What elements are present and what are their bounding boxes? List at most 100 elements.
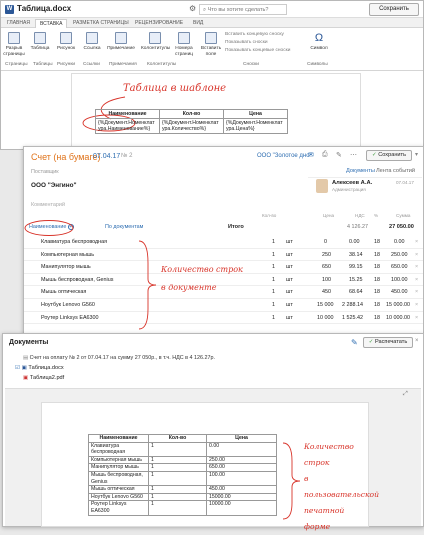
word-search-input[interactable]: ⌕ Что вы хотите сделать? — [199, 4, 287, 15]
clip-icon[interactable]: ✎ — [336, 151, 342, 159]
table-row: Роутер Linksys EA6300 1 10000.00 — [88, 500, 277, 516]
table-button[interactable]: Таблица — [29, 32, 51, 52]
group-footnotes: Сноски — [243, 62, 259, 67]
picture-icon — [60, 32, 72, 44]
print-brace-annotation — [282, 442, 301, 520]
row-unit: шт — [286, 251, 293, 258]
row-nds: 68.64 — [349, 289, 363, 296]
print-annotation: Количество строк в пользовательской печа… — [304, 439, 379, 535]
table-row: Компьютерная мышь 1 250.00 — [88, 455, 277, 465]
supplier-label: Поставщик — [31, 169, 59, 175]
group-comments: Примечания — [109, 62, 137, 67]
show-endnotes-option[interactable]: Показывать концевые сноски — [225, 48, 290, 53]
col-sum: Сумма — [396, 213, 411, 218]
row-sum: 450.00 — [391, 289, 408, 296]
remove-row-icon[interactable]: × — [415, 236, 418, 248]
org-link[interactable]: ООО "Золотое дно" — [257, 153, 312, 159]
table-row[interactable]: Компьютерная мышь 1 шт 250 38.14 18 250.00 × — [24, 249, 423, 262]
group-links: Ссылки — [83, 62, 100, 67]
table-row: Клавиатура беспроводная 1 0.00 — [88, 441, 277, 457]
picture-button[interactable]: Рисунок — [55, 32, 77, 52]
printed-cell-qty: 1 — [148, 470, 207, 487]
template-cell-price: {%Документ.Номенклатура.Цена%} — [223, 118, 288, 134]
remove-row-icon[interactable]: × — [415, 312, 418, 324]
remove-row-icon[interactable]: × — [415, 274, 418, 286]
print-button[interactable]: ✓ Распечатать — [363, 337, 413, 348]
close-icon[interactable]: × — [415, 338, 419, 344]
word-save-button[interactable]: Сохранить — [369, 3, 419, 16]
row-nds: 15.25 — [349, 276, 363, 283]
docs-filter[interactable]: По документам — [105, 224, 143, 230]
invoice-save-button[interactable]: ✓ Сохранить — [366, 150, 412, 161]
symbol-button[interactable]: Ω Символ — [307, 32, 331, 52]
comment-input[interactable]: Комментарий — [31, 202, 65, 208]
table-row[interactable]: Ноутбук Lenovo G560 1 шт 15 000 2 288.14 18 15… — [24, 299, 423, 312]
events-link[interactable]: Лента событий — [376, 168, 415, 174]
expand-icon[interactable]: ⤢ — [403, 391, 408, 398]
table-row[interactable]: Роутер Linksys EA6300 1 шт 10 000 1 525.42 18… — [24, 312, 423, 325]
header-footer-button[interactable]: Колонтитулы — [141, 32, 170, 52]
comment-button[interactable]: Примечание — [107, 32, 135, 52]
table-row[interactable]: Клавиатура беспроводная 1 шт 0 0.00 18 0.00 × — [24, 236, 423, 249]
insert-field-button[interactable]: Вставить поле — [199, 32, 223, 57]
email-icon[interactable]: ✉ — [308, 151, 314, 159]
show-footnotes-option[interactable]: Показывать сноски — [225, 40, 268, 45]
row-rate: 18 — [374, 302, 380, 308]
menu-icon[interactable]: ▾ — [415, 151, 418, 158]
print-annotation-line1: Количество строк — [304, 442, 354, 467]
row-nds: 1 525.42 — [342, 314, 363, 321]
printed-header-qty: Кол-во — [148, 434, 207, 443]
preview-page[interactable]: Наименование Кол-во Цена Клавиатура беспро… — [41, 402, 379, 531]
insert-endnote-option[interactable]: Вставить концевую сноску — [225, 32, 284, 37]
document-caption: ▤ Счет на оплату № 2 от 07.04.17 на сумм… — [23, 355, 215, 361]
row-price: 10 000 — [317, 314, 334, 321]
checkbox-icon[interactable]: ☑ — [15, 365, 22, 371]
preview-area: ⤢ Наименование Кол-во Цена Клавиатура бесп… — [5, 388, 421, 531]
tab-home[interactable]: ГЛАВНАЯ — [3, 19, 34, 28]
row-sum: 250.00 — [391, 251, 408, 258]
tab-review[interactable]: РЕЦЕНЗИРОВАНИЕ — [131, 19, 187, 28]
table-icon — [34, 32, 46, 44]
doc-file-icon: ▤ — [23, 355, 30, 361]
remove-row-icon[interactable]: × — [415, 261, 418, 273]
group-tables: Таблицы — [33, 62, 53, 67]
remove-row-icon[interactable]: × — [415, 249, 418, 261]
tab-view[interactable]: ВИД — [189, 19, 207, 28]
row-sum: 100.00 — [391, 276, 408, 283]
print-icon[interactable]: ⎙ — [322, 151, 328, 159]
omega-icon: Ω — [314, 32, 324, 44]
row-qty: 1 — [272, 302, 275, 308]
printed-table: Наименование Кол-во Цена Клавиатура беспро… — [88, 434, 277, 516]
page-break-label: Разрыв страницы — [3, 46, 25, 57]
tab-layout[interactable]: РАЗМЕТКА СТРАНИЦЫ — [69, 19, 133, 28]
row-rate: 18 — [374, 314, 380, 321]
link-icon — [86, 32, 98, 44]
row-name: Мышь оптическая — [41, 289, 87, 296]
link-button[interactable]: Ссылка — [81, 32, 103, 52]
invoice-date[interactable]: 07.04.17 — [93, 153, 120, 160]
row-name: Ноутбук Lenovo G560 — [41, 302, 95, 308]
user-role: Администрация — [332, 187, 366, 192]
page-break-button[interactable]: Разрыв страницы — [3, 32, 25, 57]
printed-cell-qty: 1 — [148, 485, 207, 494]
group-symbols: Символы — [307, 62, 328, 67]
row-unit: шт — [286, 314, 293, 321]
print-label: Распечатать — [374, 339, 408, 345]
tab-insert[interactable]: ВСТАВКА — [35, 19, 68, 28]
documents-link[interactable]: Документы — [346, 168, 375, 174]
client-name[interactable]: ООО "Энгино" — [31, 182, 77, 189]
wrench-icon[interactable]: ✎ — [351, 338, 358, 347]
remove-row-icon[interactable]: × — [415, 299, 418, 311]
total-nds: 4 126.27 — [347, 224, 368, 230]
file-item-pdf[interactable]: ▣ Таблица2.pdf — [23, 375, 64, 381]
page-numbers-button[interactable]: Номера страниц — [171, 32, 197, 57]
remove-row-icon[interactable]: × — [415, 286, 418, 298]
more-icon[interactable]: ⋯ — [350, 151, 357, 159]
settings-icon[interactable]: ⚙ — [189, 4, 196, 13]
file-item-docx[interactable]: ☑ ▣ Таблица.docx — [15, 365, 64, 371]
group-pages: Страницы — [5, 62, 28, 67]
col-qty: Кол-во — [262, 213, 277, 218]
row-price: 650 — [322, 264, 331, 271]
row-qty: 1 — [272, 289, 275, 296]
page-numbers-icon — [178, 32, 190, 44]
